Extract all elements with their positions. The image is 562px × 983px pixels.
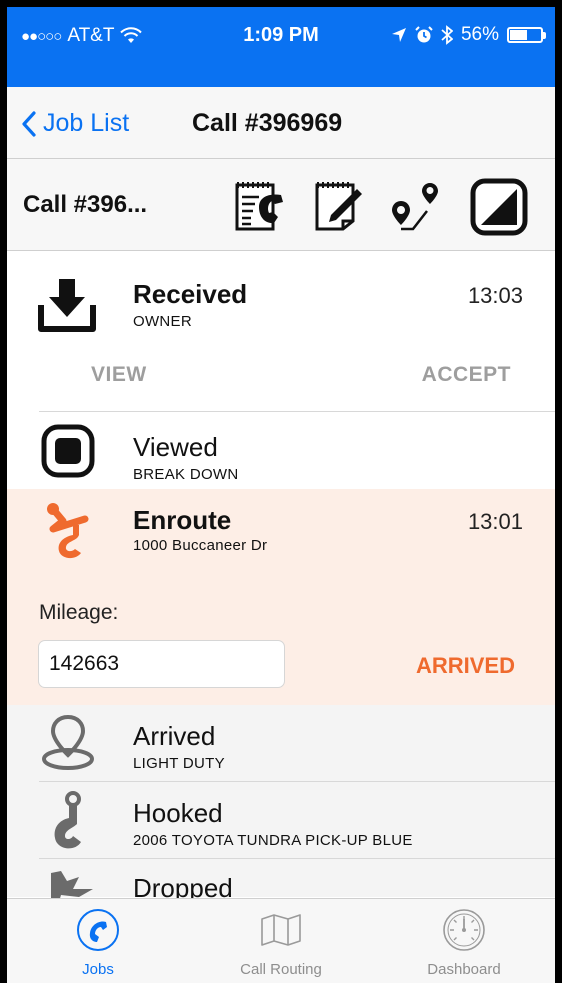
tab-label: Call Routing <box>240 961 322 978</box>
gauge-icon <box>443 909 485 951</box>
bluetooth-icon <box>441 25 453 45</box>
status-time-received: 13:03 <box>467 283 523 308</box>
status-row-dropped: Dropped <box>7 859 555 898</box>
tab-bar: Jobs Call Routing Dashboard <box>7 898 555 983</box>
chevron-left-icon <box>22 110 36 137</box>
tab-jobs[interactable]: Jobs <box>7 899 189 983</box>
status-title: Received <box>133 279 248 309</box>
status-title: Enroute <box>133 505 232 535</box>
status-title: Hooked <box>133 798 223 828</box>
app-screen: ●●○○○ AT&T 1:09 PM 56% Job List Call #39… <box>7 7 555 983</box>
navigation-bar: Job List Call #396969 <box>7 87 555 159</box>
edit-notes-icon[interactable] <box>309 177 369 237</box>
battery-icon <box>507 27 546 43</box>
download-tray-icon <box>38 279 96 332</box>
status-subtitle: 1000 Buccaneer Dr <box>133 537 268 554</box>
call-number-label: Call #396... <box>23 191 148 218</box>
tab-label: Jobs <box>82 961 114 978</box>
mileage-input[interactable] <box>38 640 285 688</box>
route-pins-icon[interactable] <box>389 177 449 237</box>
map-icon <box>261 914 301 946</box>
status-subtitle: BREAK DOWN <box>133 466 239 483</box>
status-indicators: 56% <box>391 24 546 46</box>
status-row-enroute: Enroute 1000 Buccaneer Dr 13:01 <box>7 489 555 589</box>
page-title: Call #396969 <box>192 109 343 137</box>
tab-call-routing[interactable]: Call Routing <box>190 899 372 983</box>
alarm-icon <box>415 26 433 43</box>
status-title: Dropped <box>133 873 233 898</box>
status-title: Viewed <box>133 432 218 462</box>
status-title: Arrived <box>133 721 216 751</box>
mileage-label: Mileage: <box>39 601 119 624</box>
call-toolbar: Call #396... <box>7 159 555 251</box>
back-label: Job List <box>43 109 130 137</box>
status-time-enroute: 13:01 <box>467 509 523 534</box>
view-button[interactable]: VIEW <box>91 363 147 387</box>
battery-percent: 56% <box>460 24 499 45</box>
tow-hook-icon <box>47 503 89 559</box>
call-notes-icon[interactable] <box>229 177 289 237</box>
accept-button[interactable]: ACCEPT <box>422 363 511 387</box>
half-square-icon[interactable] <box>469 177 529 237</box>
location-arrow-icon <box>391 28 406 42</box>
battery-fill <box>510 30 527 40</box>
back-button[interactable]: Job List <box>21 109 129 138</box>
status-row-hooked: Hooked 2006 TOYOTA TUNDRA PICK-UP BLUE <box>7 782 555 858</box>
hook-icon <box>54 791 81 849</box>
square-stop-icon <box>41 424 95 478</box>
status-subtitle: 2006 TOYOTA TUNDRA PICK-UP BLUE <box>133 832 413 849</box>
arrived-button[interactable]: ARRIVED <box>416 653 515 679</box>
status-subtitle: LIGHT DUTY <box>133 755 225 772</box>
tab-dashboard[interactable]: Dashboard <box>373 899 555 983</box>
status-row-viewed: Viewed BREAK DOWN <box>7 412 555 489</box>
tab-label: Dashboard <box>427 961 501 978</box>
status-bar: ●●○○○ AT&T 1:09 PM 56% <box>7 7 555 87</box>
status-subtitle: OWNER <box>133 313 192 330</box>
phone-circle-icon <box>77 909 119 951</box>
flag-icon <box>51 871 93 898</box>
location-pin-icon <box>42 714 94 770</box>
status-row-arrived: Arrived LIGHT DUTY <box>7 705 555 781</box>
status-row-received: Received OWNER 13:03 VIEW ACCEPT <box>7 251 555 411</box>
